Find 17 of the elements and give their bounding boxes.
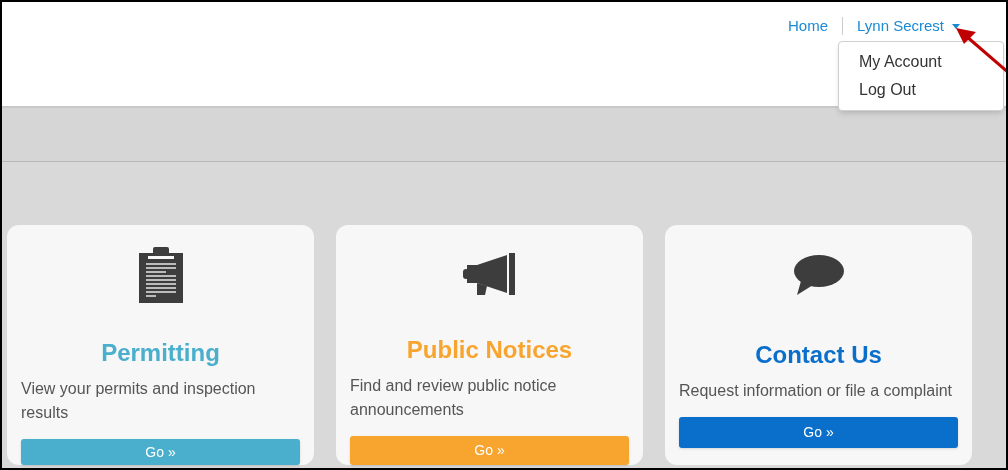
card-title: Contact Us [755,341,882,369]
megaphone-icon [462,252,517,295]
nav-link[interactable]: Lynn Secrest [857,15,960,38]
card-description: Find and review public notice announcements [350,376,558,421]
menu-item[interactable]: My Account [839,48,1003,76]
clipboard-icon [138,247,183,303]
go-button[interactable]: Go » [350,436,629,465]
speech-bubble-icon [792,255,845,297]
nav-link[interactable]: Home [788,15,828,38]
card-title: Public Notices [406,336,573,365]
caret-icon [952,23,960,29]
card-description: Request information or file a complaint [679,381,954,401]
menu-item[interactable]: Log Out [839,76,1003,104]
go-button[interactable]: Go » [21,439,300,465]
card-title: Permitting [101,339,220,367]
go-button[interactable]: Go » [679,417,958,448]
card-description: View your permits and inspection results [21,379,257,423]
